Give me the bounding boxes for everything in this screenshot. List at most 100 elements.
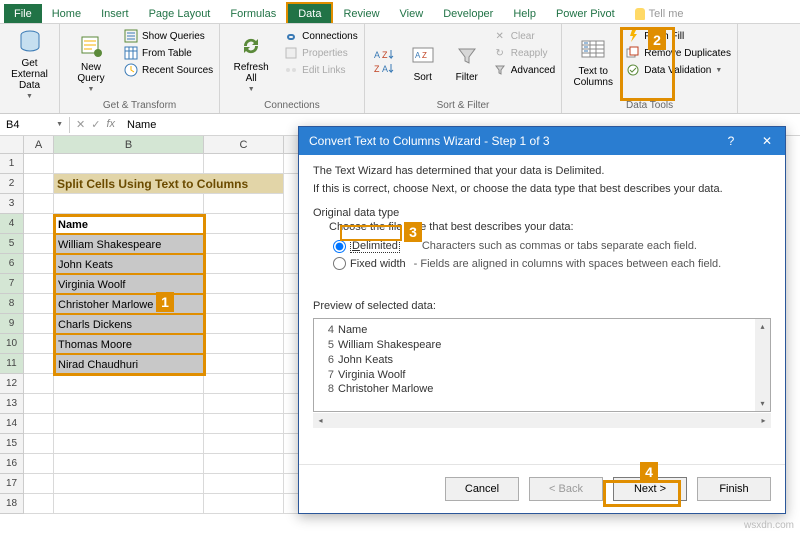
close-button[interactable]: ✕ (749, 127, 785, 155)
cell[interactable] (204, 474, 284, 494)
row-header[interactable]: 14 (0, 414, 24, 434)
cell[interactable] (54, 414, 204, 434)
radio-delimited-row[interactable]: Delimited Characters such as commas or t… (333, 239, 771, 253)
row-header[interactable]: 8 (0, 294, 24, 314)
select-all-corner[interactable] (0, 136, 24, 154)
cell[interactable] (54, 434, 204, 454)
preview-scroll-vertical[interactable]: ▴ ▾ (755, 319, 770, 411)
cell[interactable] (54, 194, 204, 214)
cell[interactable] (204, 354, 284, 374)
data-cell[interactable]: John Keats (54, 254, 204, 274)
cell[interactable] (204, 214, 284, 234)
col-header-b[interactable]: B (54, 136, 204, 154)
row-header[interactable]: 3 (0, 194, 24, 214)
cell[interactable] (24, 454, 54, 474)
cancel-formula-icon[interactable]: ✕ (76, 118, 85, 131)
remove-duplicates-button[interactable]: Remove Duplicates (624, 45, 733, 61)
data-cell[interactable]: William Shakespeare (54, 234, 204, 254)
text-to-columns-button[interactable]: Text to Columns (566, 26, 620, 98)
name-box[interactable]: B4▼ (0, 117, 70, 133)
sort-az-button[interactable]: AZ ZA (369, 26, 399, 98)
cell[interactable] (24, 474, 54, 494)
col-header-c[interactable]: C (204, 136, 284, 154)
tab-insert[interactable]: Insert (91, 4, 139, 23)
data-cell[interactable]: Nirad Chaudhuri (54, 354, 204, 374)
cell[interactable] (24, 174, 54, 194)
scroll-left-icon[interactable]: ◂ (313, 413, 328, 428)
row-header[interactable]: 5 (0, 234, 24, 254)
cell[interactable] (204, 254, 284, 274)
clear-button[interactable]: ✕Clear (491, 28, 557, 44)
sort-button[interactable]: AZ Sort (403, 26, 443, 98)
row-header[interactable]: 10 (0, 334, 24, 354)
data-cell[interactable]: Thomas Moore (54, 334, 204, 354)
cell[interactable] (204, 274, 284, 294)
cell[interactable] (24, 314, 54, 334)
cell[interactable] (54, 454, 204, 474)
data-cell[interactable]: Christoher Marlowe (54, 294, 204, 314)
data-validation-button[interactable]: Data Validation▼ (624, 62, 733, 78)
tab-review[interactable]: Review (333, 4, 389, 23)
title-cell[interactable]: Split Cells Using Text to Columns (54, 174, 284, 194)
properties-button[interactable]: Properties (282, 45, 360, 61)
row-header[interactable]: 1 (0, 154, 24, 174)
cell[interactable] (54, 154, 204, 174)
row-header[interactable]: 6 (0, 254, 24, 274)
accept-formula-icon[interactable]: ✓ (91, 118, 100, 131)
row-header[interactable]: 7 (0, 274, 24, 294)
cell[interactable] (24, 194, 54, 214)
cell[interactable] (24, 234, 54, 254)
cancel-button[interactable]: Cancel (445, 477, 519, 501)
cell[interactable] (24, 494, 54, 514)
tell-me[interactable]: Tell me (625, 4, 694, 23)
dialog-titlebar[interactable]: Convert Text to Columns Wizard - Step 1 … (299, 127, 785, 155)
tab-power-pivot[interactable]: Power Pivot (546, 4, 625, 23)
tab-formulas[interactable]: Formulas (220, 4, 286, 23)
reapply-button[interactable]: ↻Reapply (491, 45, 557, 61)
tab-developer[interactable]: Developer (433, 4, 503, 23)
cell[interactable] (24, 394, 54, 414)
cell[interactable] (204, 374, 284, 394)
row-header[interactable]: 15 (0, 434, 24, 454)
show-queries-button[interactable]: Show Queries (122, 28, 215, 44)
get-external-data-button[interactable]: Get External Data ▼ (4, 26, 55, 102)
cell[interactable] (24, 254, 54, 274)
cell[interactable] (204, 314, 284, 334)
finish-button[interactable]: Finish (697, 477, 771, 501)
row-header[interactable]: 4 (0, 214, 24, 234)
connections-button[interactable]: Connections (282, 28, 360, 44)
flash-fill-button[interactable]: Flash Fill (624, 28, 733, 44)
cell[interactable] (24, 214, 54, 234)
cell[interactable] (204, 494, 284, 514)
radio-fixed-width[interactable] (333, 257, 346, 270)
tab-page-layout[interactable]: Page Layout (139, 4, 221, 23)
from-table-button[interactable]: From Table (122, 45, 215, 61)
edit-links-button[interactable]: Edit Links (282, 62, 360, 78)
cell[interactable] (204, 414, 284, 434)
data-cell[interactable]: Virginia Woolf (54, 274, 204, 294)
tab-home[interactable]: Home (42, 4, 91, 23)
cell[interactable] (204, 194, 284, 214)
cell[interactable] (54, 494, 204, 514)
radio-fixed-row[interactable]: Fixed width - Fields are aligned in colu… (333, 257, 771, 270)
filter-button[interactable]: Filter (447, 26, 487, 98)
cell[interactable] (54, 394, 204, 414)
back-button[interactable]: < Back (529, 477, 603, 501)
cell[interactable] (24, 274, 54, 294)
cell[interactable] (54, 374, 204, 394)
cell[interactable] (204, 434, 284, 454)
col-header-a[interactable]: A (24, 136, 54, 154)
row-header[interactable]: 12 (0, 374, 24, 394)
cell[interactable] (24, 154, 54, 174)
tab-file[interactable]: File (4, 4, 42, 23)
recent-sources-button[interactable]: Recent Sources (122, 62, 215, 78)
row-header[interactable]: 18 (0, 494, 24, 514)
cell[interactable] (204, 154, 284, 174)
advanced-button[interactable]: Advanced (491, 62, 557, 78)
cell[interactable] (204, 334, 284, 354)
tab-help[interactable]: Help (503, 4, 546, 23)
cell[interactable] (54, 474, 204, 494)
row-header[interactable]: 13 (0, 394, 24, 414)
preview-scroll-horizontal[interactable]: ◂ ▸ (313, 413, 771, 428)
cell[interactable] (24, 354, 54, 374)
